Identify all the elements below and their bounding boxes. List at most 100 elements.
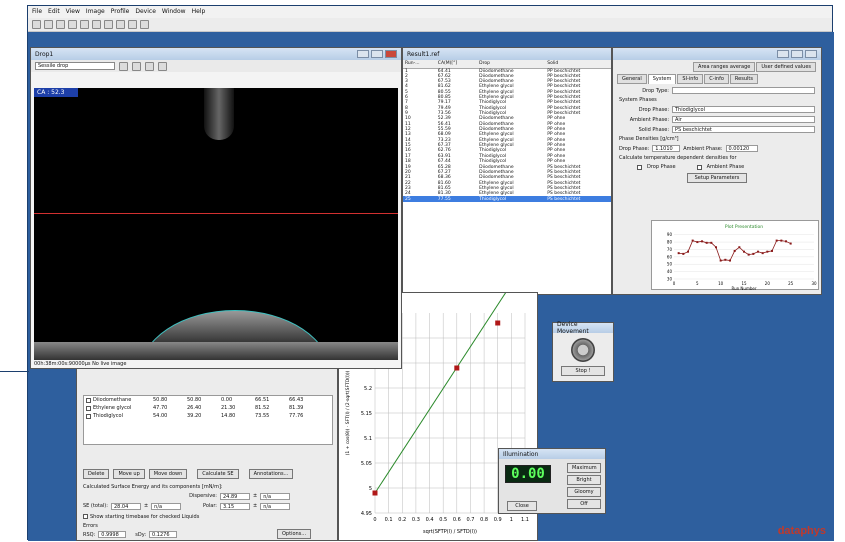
timebase-checkbox[interactable] [83,514,88,519]
system-phases-title: System Phases [619,97,657,103]
tab-si-info[interactable]: SI-info [677,74,704,84]
menu-edit[interactable]: Edit [48,8,60,16]
dispersive-err[interactable]: n/a [260,493,291,500]
tab-c-info[interactable]: C-info [704,74,729,84]
se-total-pm: ± [143,503,149,509]
liquid-checkbox[interactable] [86,413,91,419]
col-drop[interactable]: Drop [477,60,546,69]
liquid-checkbox[interactable] [86,397,91,403]
copy-icon[interactable] [68,20,77,29]
menu-view[interactable]: View [66,8,80,16]
tab-area-ranges[interactable]: Area ranges average [693,62,756,72]
setup-parameters-button[interactable]: Setup Parameters [687,173,747,183]
ambient-density-field[interactable]: 0.00120 [725,145,758,152]
drop-type-select[interactable] [672,87,815,94]
drop-phase-select[interactable]: Thiodiglycol [672,106,815,113]
drop-phase-checkbox[interactable] [637,164,642,170]
close-button[interactable] [805,50,817,58]
stop-button[interactable]: Stop ! [561,366,605,376]
baseline-icon[interactable] [132,61,141,71]
gear-icon[interactable] [571,338,595,362]
menu-help[interactable]: Help [192,8,206,16]
maximum-button[interactable]: Maximum [567,463,601,473]
tab-user-defined[interactable]: User defined values [756,62,816,72]
minimize-button[interactable] [357,50,369,58]
table-cell: 25 [403,196,436,202]
menu-profile[interactable]: Profile [111,8,130,16]
liquid-row[interactable]: Diiodomethane 50.80 50.80 0.00 66.51 66.43 [84,396,332,404]
options-button[interactable]: Options... [277,529,312,539]
tab-general[interactable]: General [617,74,647,84]
col-solid[interactable]: Solid [545,60,611,69]
sdy-field[interactable]: 0.1276 [149,531,178,538]
save-icon[interactable] [44,20,53,29]
close-button[interactable] [385,50,397,58]
measure-icon[interactable] [104,20,113,29]
data-point [495,320,501,326]
close-illumination-button[interactable]: Close [507,501,537,511]
delete-button[interactable]: Delete [83,469,110,479]
solid-phase-field[interactable]: PS beschichtet [672,126,815,133]
x-tick-label: 5 [696,281,699,286]
menu-device[interactable]: Device [135,8,156,16]
bright-button[interactable]: Bright [567,475,601,485]
maximize-button[interactable] [371,50,383,58]
run-point [705,241,708,244]
drop-icon[interactable] [145,61,154,71]
minimize-button[interactable] [777,50,789,58]
ambient-phase-checkbox[interactable] [696,164,702,170]
ambient-phase-select[interactable]: Air [672,116,815,123]
paste-icon[interactable] [80,20,89,29]
x-tick-label: 10 [718,281,724,286]
liquid-cell: 81.52 [255,405,270,411]
dispersive-field[interactable]: 24.89 [220,493,250,500]
liquid-checkbox[interactable] [86,405,91,411]
settings-icon[interactable] [128,20,137,29]
open-icon[interactable] [32,20,41,29]
device-movement-title: Device Movement [553,321,613,335]
off-button[interactable]: Off [567,499,601,509]
annotations-button[interactable]: Annotations... [248,469,294,479]
calc-densities-label: Calculate temperature dependent densitie… [619,155,737,161]
tab-results[interactable]: Results [729,74,758,84]
gloomy-button[interactable]: Gloomy [567,487,601,497]
menu-window[interactable]: Window [162,8,186,16]
ellipse-fit-icon[interactable] [119,61,128,71]
device-icon[interactable] [140,20,149,29]
liquid-row[interactable]: Ethylene glycol 47.70 26.40 21.30 81.52 81.39 [84,404,332,412]
zoom-icon[interactable] [158,61,167,71]
polar-field[interactable]: 3.15 [220,503,250,510]
col-ca[interactable]: CA(M)[°] [435,60,478,69]
camera-view[interactable]: CA : 52.3 [34,88,398,360]
col-run[interactable]: Run-... [403,60,436,69]
menu-file[interactable]: File [32,8,42,16]
se-total-row: SE (total): 28.04 ± n/a [83,503,182,510]
move-up-button[interactable]: Move up [113,469,145,479]
se-total-field[interactable]: 28.04 [110,503,141,510]
menu-image[interactable]: Image [86,8,105,16]
table-row[interactable]: 25 77.55 Thiodiglycol PS beschichtet [403,196,611,202]
drop-density-field[interactable]: 1.1010 [652,145,681,152]
camera-icon[interactable] [92,20,101,29]
y-tick-label: 4.95 [361,511,372,517]
mode-select[interactable]: Sessile drop [35,62,115,70]
calculate-se-button[interactable]: Calculate SE [197,469,239,479]
cut-icon[interactable] [56,20,65,29]
x-tick-label: 0.1 [385,517,393,523]
liquid-row[interactable]: Thiodiglycol 54.00 39.20 14.80 73.55 77.76 [84,412,332,420]
syringe-icon[interactable] [116,20,125,29]
polar-err[interactable]: n/a [260,503,291,510]
rsq-field[interactable]: 0.9998 [98,531,127,538]
drop-title-text: Drop1 [35,50,54,58]
drop-toolbar: Sessile drop [31,60,401,72]
y-tick-label: 80 [667,240,673,245]
se-total-err[interactable]: n/a [151,503,182,510]
tab-system[interactable]: System [647,74,677,84]
run-point [789,242,792,245]
maximize-button[interactable] [791,50,803,58]
drop-window-title: Drop1 [31,48,401,60]
x-tick-label: 1 [510,517,513,523]
x-tick-label: 0.7 [466,517,474,523]
move-down-button[interactable]: Move down [148,469,188,479]
run-plot-panel: Plot Presentation 90 80 70 60 50 40 30 0 5 10 15 20 2… [651,220,819,291]
